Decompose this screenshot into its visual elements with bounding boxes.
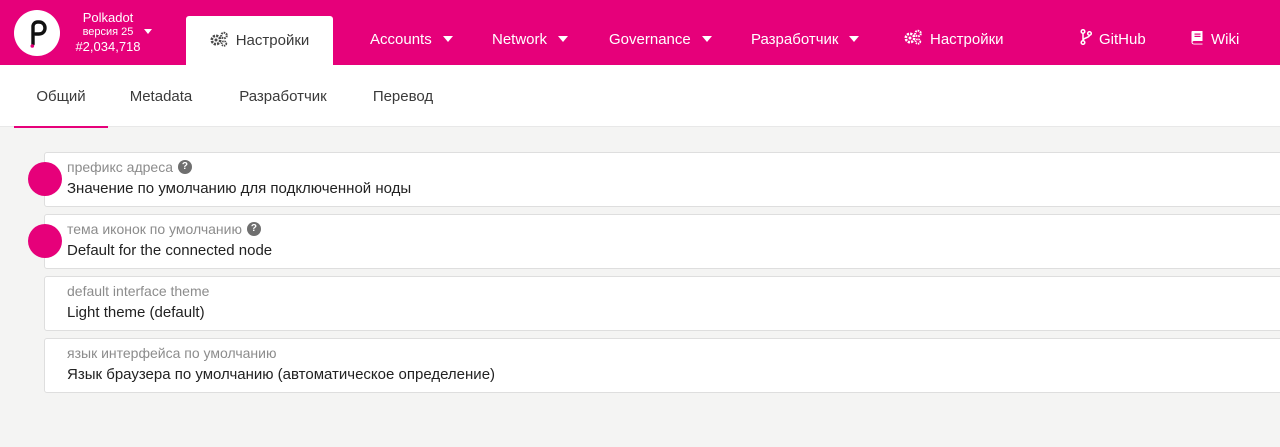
tab-settings-active[interactable]: Настройки	[186, 16, 333, 65]
address-prefix-indicator-icon	[28, 162, 62, 196]
chevron-down-icon	[442, 36, 453, 42]
address-prefix-label-row: префикс адреса ?	[67, 159, 192, 175]
nav-accounts[interactable]: Accounts	[370, 28, 453, 50]
block-number: #2,034,718	[75, 39, 141, 54]
subtab-translate[interactable]: Перевод	[358, 65, 448, 127]
nav-wiki-label: Wiki	[1211, 30, 1240, 48]
question-circle-icon[interactable]: ?	[246, 222, 261, 236]
gears-icon	[904, 29, 923, 49]
interface-theme-label: default interface theme	[67, 283, 210, 299]
subtab-general[interactable]: Общий	[14, 65, 108, 128]
icon-theme-label: тема иконок по умолчанию	[67, 221, 242, 237]
subtab-developer-label: Разработчик	[239, 87, 327, 105]
nav-network-label: Network	[492, 30, 548, 48]
chevron-down-icon	[144, 29, 152, 34]
nav-settings-label: Настройки	[930, 30, 1004, 48]
nav-github[interactable]: GitHub	[1080, 28, 1146, 50]
chain-selector[interactable]: Polkadot версия 25 #2,034,718	[66, 10, 156, 56]
nav-developer-label: Разработчик	[751, 30, 839, 48]
interface-theme-label-row: default interface theme	[67, 283, 209, 299]
nav-settings[interactable]: Настройки	[904, 28, 1004, 50]
subtab-metadata[interactable]: Metadata	[114, 65, 208, 127]
nav-network[interactable]: Network	[492, 28, 569, 50]
subtab-developer[interactable]: Разработчик	[222, 65, 344, 127]
address-prefix-label: префикс адреса	[67, 159, 173, 175]
icon-theme-dropdown[interactable]: тема иконок по умолчанию ? Default for t…	[44, 214, 1280, 269]
book-icon	[1191, 30, 1204, 49]
polkadot-logo-icon[interactable]	[14, 10, 60, 56]
address-prefix-value: Значение по умолчанию для подключенной н…	[67, 180, 412, 197]
nav-accounts-label: Accounts	[370, 30, 432, 48]
nav-github-label: GitHub	[1099, 30, 1146, 48]
nav-developer[interactable]: Разработчик	[751, 28, 860, 50]
subtab-metadata-label: Metadata	[129, 87, 193, 105]
chevron-down-icon	[701, 36, 712, 42]
interface-language-label-row: язык интерфейса по умолчанию	[67, 345, 276, 361]
question-circle-icon[interactable]: ?	[177, 160, 192, 174]
subtab-general-label: Общий	[36, 87, 86, 105]
icon-theme-label-row: тема иконок по умолчанию ?	[67, 221, 261, 237]
chevron-down-icon	[558, 36, 569, 42]
nav-governance[interactable]: Governance	[609, 28, 712, 50]
settings-subtabs: Общий Metadata Разработчик Перевод	[0, 65, 1280, 128]
interface-language-label: язык интерфейса по умолчанию	[67, 345, 277, 361]
interface-language-dropdown[interactable]: язык интерфейса по умолчанию Язык браузе…	[44, 338, 1280, 393]
chain-name: Polkadot	[82, 10, 134, 25]
icon-theme-value: Default for the connected node	[67, 242, 273, 259]
chain-version: версия 25	[82, 26, 134, 38]
chevron-down-icon	[849, 36, 860, 42]
subtab-translate-label: Перевод	[372, 87, 434, 105]
nav-governance-label: Governance	[609, 30, 691, 48]
top-navbar: Polkadot версия 25 #2,034,718 Настройки …	[0, 0, 1280, 65]
gears-icon	[210, 31, 229, 51]
address-prefix-dropdown[interactable]: префикс адреса ? Значение по умолчанию д…	[44, 152, 1280, 207]
icon-theme-indicator-icon	[28, 224, 62, 258]
interface-theme-dropdown[interactable]: default interface theme Light theme (def…	[44, 276, 1280, 331]
nav-wiki[interactable]: Wiki	[1191, 28, 1239, 50]
git-branch-icon	[1080, 28, 1093, 49]
tab-settings-label: Настройки	[235, 32, 310, 49]
interface-theme-value: Light theme (default)	[67, 304, 205, 321]
interface-language-value: Язык браузера по умолчанию (автоматическ…	[67, 366, 496, 383]
